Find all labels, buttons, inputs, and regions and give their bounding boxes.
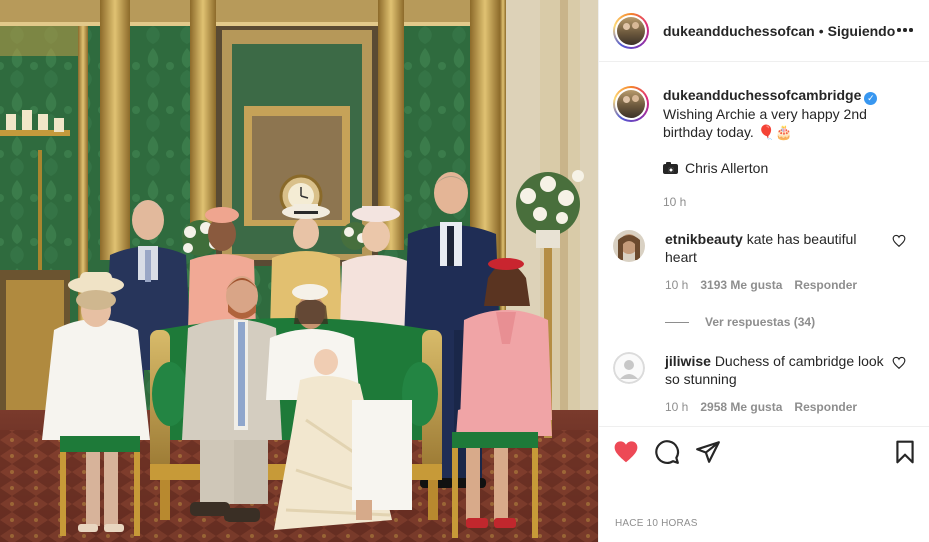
heart-filled-icon[interactable] [613, 439, 639, 465]
comment-username[interactable]: etnikbeauty [665, 231, 743, 247]
camera-icon [663, 162, 678, 174]
comment-likes[interactable]: 3193 Me gusta [700, 278, 782, 292]
comment-likes[interactable]: 2958 Me gusta [700, 400, 782, 414]
post-age[interactable]: HACE 10 HORAS [615, 518, 698, 529]
comment-text: jiliwise Duchess of cambridge look so st… [665, 352, 885, 388]
post-caption: dukeandduchessofcambridge ✓ Wishing Archi… [613, 86, 918, 211]
reply-button[interactable]: Responder [794, 278, 857, 292]
caption-avatar[interactable] [613, 86, 649, 122]
post-sidebar: dukeandduchessofcan • Siguiendo dukeandd… [598, 0, 929, 542]
following-button[interactable]: Siguiendo [828, 23, 896, 39]
post-header: dukeandduchessofcan • Siguiendo [599, 0, 929, 62]
royal-family-photo [0, 0, 598, 542]
comment-time[interactable]: 10 h [665, 278, 688, 292]
comment-meta: 10 h 3193 Me gusta Responder [665, 278, 918, 292]
paper-plane-icon[interactable] [695, 439, 721, 465]
comment-meta: 10 h 2958 Me gusta Responder [665, 400, 918, 414]
bookmark-icon[interactable] [892, 439, 918, 465]
comment-bubble-icon[interactable] [654, 439, 680, 465]
post-actions: HACE 10 HORAS [599, 426, 929, 542]
header-separator: • [818, 22, 824, 39]
view-replies-label[interactable]: Ver respuestas (34) [705, 315, 815, 329]
heart-outline-icon[interactable] [892, 356, 906, 370]
reply-button[interactable]: Responder [794, 400, 857, 414]
view-replies-button[interactable]: Ver respuestas (34) [665, 315, 815, 329]
replies-divider [665, 321, 689, 323]
comment-item: jiliwise Duchess of cambridge look so st… [613, 352, 918, 414]
comment-time[interactable]: 10 h [665, 400, 688, 414]
comment-username[interactable]: jiliwise [665, 353, 711, 369]
caption-username[interactable]: dukeandduchessofcambridge [663, 87, 861, 103]
comment-item: etnikbeauty kate has beautiful heart 10 … [613, 230, 918, 292]
header-avatar[interactable] [613, 12, 649, 49]
ellipsis-icon[interactable] [895, 20, 915, 40]
caption-line-2: birthday today. [663, 124, 754, 140]
comment-avatar[interactable] [613, 230, 645, 262]
comment-avatar[interactable] [613, 352, 645, 384]
caption-time[interactable]: 10 h [663, 193, 877, 211]
heart-outline-icon[interactable] [892, 234, 906, 248]
balloon-cake-emoji: 🎈🎂 [757, 124, 793, 140]
comment-text: etnikbeauty kate has beautiful heart [665, 230, 885, 266]
post-photo[interactable] [0, 0, 598, 542]
header-username[interactable]: dukeandduchessofcan [663, 23, 815, 39]
caption-line-1: Wishing Archie a very happy 2nd [663, 106, 867, 122]
caption-text: dukeandduchessofcambridge ✓ Wishing Archi… [663, 86, 878, 211]
photo-credit: Chris Allerton [685, 160, 769, 176]
verified-badge-icon: ✓ [864, 92, 878, 105]
